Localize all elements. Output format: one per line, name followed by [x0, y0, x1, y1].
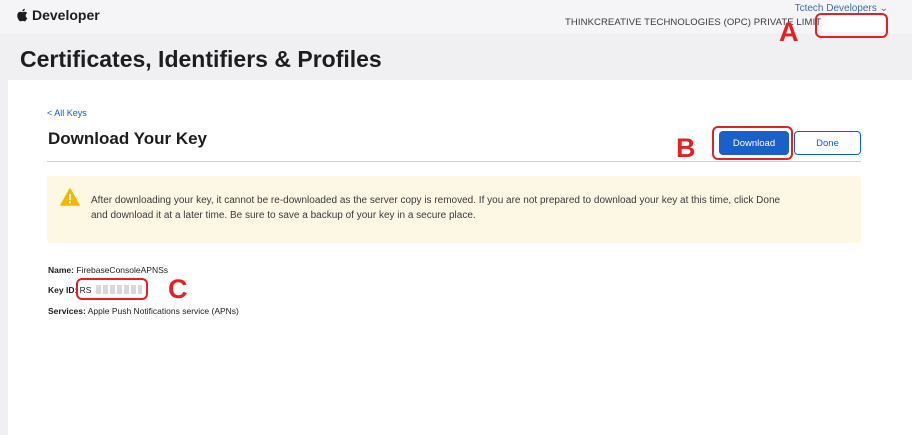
key-name-label: Name: — [48, 265, 74, 275]
page-title: Certificates, Identifiers & Profiles — [20, 46, 382, 72]
divider — [47, 161, 861, 162]
services-label: Services: — [48, 306, 86, 316]
download-key-heading: Download Your Key — [48, 129, 208, 148]
key-name-row: Name: FirebaseConsoleAPNSs — [48, 265, 168, 275]
top-bar: Developer Tctech Developers ⌄ THINKCREAT… — [0, 0, 912, 34]
key-id-label: Key ID: — [48, 285, 78, 295]
team-organization: THINKCREATIVE TECHNOLOGIES (OPC) PRIVATE… — [565, 17, 856, 28]
services-row: Services: Apple Push Notifications servi… — [48, 306, 239, 316]
annotation-box-a — [815, 13, 888, 38]
annotation-letter-c: C — [168, 274, 188, 304]
done-button[interactable]: Done — [794, 131, 861, 155]
team-org-label: THINKCREATIVE TECHNOLOGIES (OPC) PRIVATE… — [565, 17, 856, 28]
annotation-letter-a: A — [779, 17, 799, 47]
key-name-value: FirebaseConsoleAPNSs — [76, 265, 169, 275]
warning-icon — [60, 188, 80, 206]
developer-logo[interactable]: Developer — [16, 7, 100, 23]
apple-logo-icon — [17, 8, 28, 22]
services-value: Apple Push Notifications service (APNs) — [87, 306, 239, 316]
annotation-box-c — [76, 278, 148, 300]
warning-text: After downloading your key, it cannot be… — [91, 195, 781, 221]
brand-label: Developer — [32, 7, 100, 23]
annotation-box-b — [712, 126, 793, 160]
annotation-letter-b: B — [676, 133, 696, 163]
all-keys-link[interactable]: < All Keys — [47, 108, 87, 118]
